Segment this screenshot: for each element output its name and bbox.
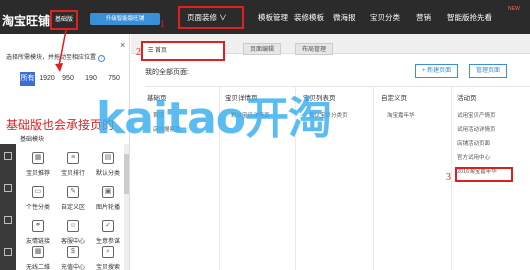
scrollbar-thumb[interactable] — [124, 154, 129, 194]
tab-layout-manage[interactable]: 布局管理 — [295, 43, 334, 55]
all-pages-label: 我的全部页面: — [145, 69, 189, 76]
shop-logo: 淘宝旺铺 — [2, 14, 51, 28]
edition-badge[interactable]: 基础版 — [50, 10, 78, 30]
module-label: 宝贝推荐 — [25, 171, 50, 177]
module-label: 个性分类 — [25, 205, 50, 211]
link-icon: ⚭ — [32, 220, 44, 232]
service-icon: ☺ — [67, 220, 79, 232]
custom-category-icon: ▭ — [32, 186, 44, 198]
page-editor-area: ☰ 首页 页面编辑 布局管理 我的全部页面: + 新建页面 管理页面 基础页 首… — [131, 34, 530, 270]
column-divider — [451, 87, 452, 270]
module-label: 宝贝排行 — [60, 171, 85, 177]
module-label: 图片轮播 — [95, 205, 120, 211]
width-tab-all[interactable]: 所有 — [20, 72, 35, 86]
section-basic-modules: 基础模块 — [20, 137, 45, 143]
marker-2: 2 — [136, 47, 141, 58]
strip-basic-icon[interactable] — [4, 152, 12, 160]
watermark-logo: kaitao开淘 — [96, 93, 332, 144]
module-custom-area[interactable]: ✎ 自定义区 — [55, 182, 91, 216]
category-strip — [0, 144, 16, 270]
module-item-recommend[interactable]: ▦ 宝贝推荐 — [20, 148, 56, 182]
module-label: 宝贝搜索 — [95, 265, 120, 270]
tab-page-edit[interactable]: 页面编辑 — [243, 43, 282, 55]
marker-1: 1 — [160, 19, 165, 30]
new-page-button[interactable]: + 新建页面 — [415, 64, 459, 78]
check-icon: ✓ — [102, 220, 114, 232]
marker-3: 3 — [446, 172, 451, 183]
menu-template-manage[interactable]: 模板管理 — [258, 12, 288, 23]
module-label: 无线二维 — [25, 265, 50, 270]
strip-more-icon[interactable] — [4, 248, 12, 256]
module-qrcode[interactable]: ▩ 无线二维 — [20, 242, 56, 270]
panel-hint: 选择所需模块，并拖动至相应位置? — [6, 52, 106, 62]
module-panel: × 选择所需模块，并拖动至相应位置? 所有 1920 950 190 750 基… — [0, 34, 130, 270]
column-divider — [373, 87, 374, 270]
menu-item-category[interactable]: 宝贝分类 — [370, 12, 400, 23]
page-select-dropdown[interactable]: ☰ 首页 — [141, 41, 225, 61]
carousel-icon: ▣ — [102, 186, 114, 198]
page-item[interactable]: 试用活动详情页 — [457, 125, 496, 133]
close-icon[interactable]: × — [120, 40, 125, 50]
module-item-search[interactable]: ⌕ 宝贝搜索 — [90, 242, 126, 270]
width-tab-950[interactable]: 950 — [60, 72, 76, 86]
qrcode-icon: ▩ — [32, 246, 44, 258]
page-item[interactable]: 淘宝嘉年华 — [387, 111, 415, 119]
page-item[interactable]: 官方试用中心 — [457, 153, 490, 161]
module-carousel[interactable]: ▣ 图片轮播 — [90, 182, 126, 216]
module-item-ranking[interactable]: ≡ 宝贝排行 — [55, 148, 91, 182]
menu-page-decor[interactable]: 页面装修 ∨ — [187, 12, 227, 23]
col-header-custom: 自定义页 — [381, 95, 407, 102]
category-icon: ▤ — [102, 152, 114, 164]
panel-scrollbar[interactable] — [124, 144, 129, 270]
dollar-icon: $ — [67, 246, 79, 258]
page-item[interactable]: 试用宝贝产情页 — [457, 111, 496, 119]
help-icon[interactable]: ? — [98, 55, 106, 62]
strip-service-icon[interactable] — [4, 216, 12, 224]
upgrade-button[interactable]: 升级智能版旺铺 — [90, 13, 160, 25]
item-recommend-icon: ▦ — [32, 152, 44, 164]
menu-smart-preview[interactable]: 智能版抢先看 — [447, 12, 492, 23]
menu-marketing[interactable]: 营销 — [416, 12, 431, 23]
pencil-icon: ✎ — [67, 186, 79, 198]
module-default-category[interactable]: ▤ 默认分类 — [90, 148, 126, 182]
width-tab-1920[interactable]: 1920 — [38, 72, 56, 86]
carnival-highlight-box — [455, 167, 513, 182]
panel-hint-text: 选择所需模块，并拖动至相应位置 — [6, 55, 97, 61]
new-badge: NEW — [508, 6, 520, 12]
strip-marketing-icon[interactable] — [4, 184, 12, 192]
menu-micro-poster[interactable]: 微海报 — [333, 12, 356, 23]
ranking-icon: ≡ — [67, 152, 79, 164]
manage-page-button[interactable]: 管理页面 — [469, 64, 508, 78]
top-nav-bar: 淘宝旺铺 基础版 升级智能版旺铺 页面装修 ∨ 模板管理 装修模板 微海报 宝贝… — [0, 0, 530, 34]
module-label: 默认分类 — [95, 171, 120, 177]
module-recharge[interactable]: $ 充值中心 — [55, 242, 91, 270]
module-label: 自定义区 — [60, 205, 85, 211]
menu-decor-template[interactable]: 装修模板 — [294, 12, 324, 23]
page-item[interactable]: 店铺活动页面 — [457, 139, 490, 147]
module-custom-category[interactable]: ▭ 个性分类 — [20, 182, 56, 216]
col-header-activity: 活动页 — [457, 95, 477, 102]
module-label: 充值中心 — [60, 265, 85, 270]
search-icon: ⌕ — [102, 246, 114, 258]
